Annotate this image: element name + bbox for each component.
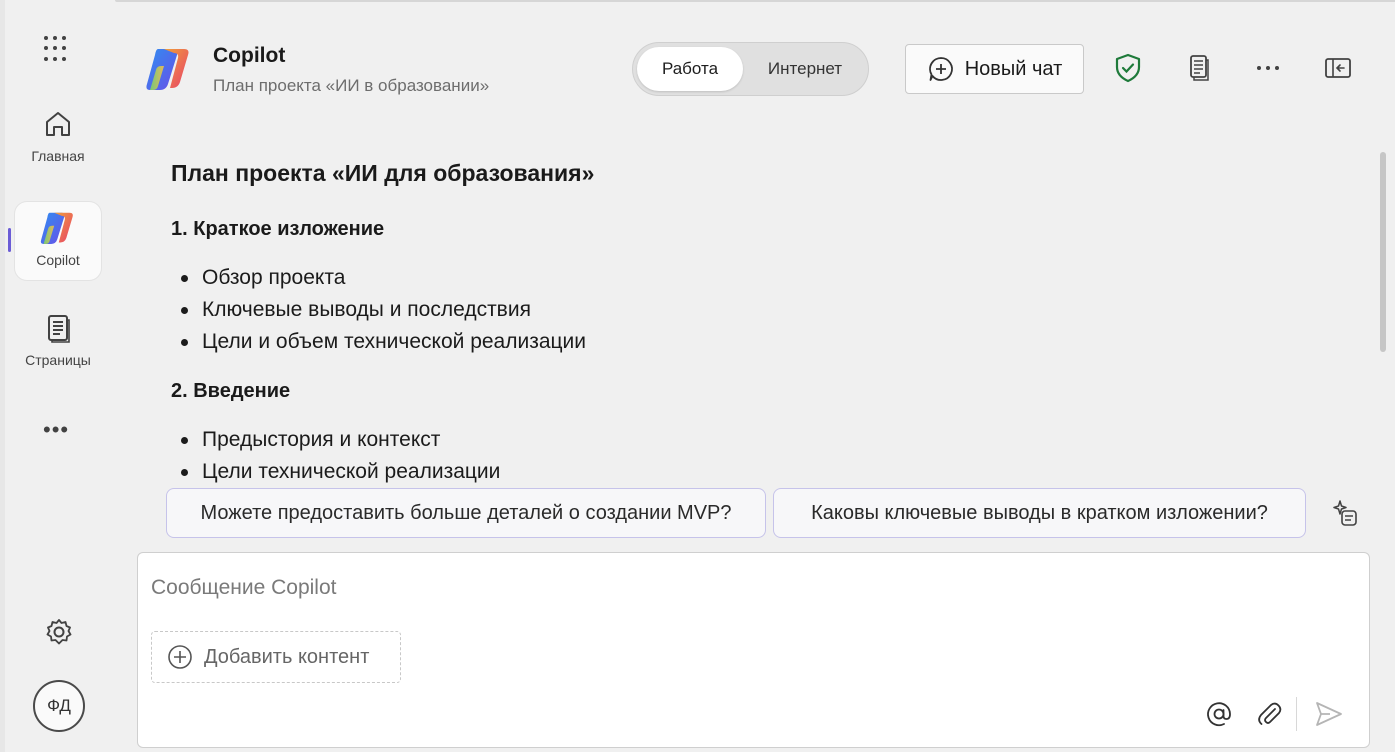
composer-divider: [1296, 697, 1297, 731]
toggle-work[interactable]: Работа: [637, 47, 743, 91]
work-web-toggle: Работа Интернет: [632, 42, 869, 96]
active-indicator: [8, 228, 11, 252]
home-icon: [15, 106, 101, 142]
sidebar-item-label: Страницы: [25, 352, 91, 368]
more-options-icon[interactable]: [1252, 52, 1284, 84]
new-chat-button[interactable]: Новый чат: [905, 44, 1084, 94]
pages-icon[interactable]: [1183, 52, 1215, 84]
pages-icon: [15, 310, 101, 346]
copilot-logo-icon: [144, 46, 194, 92]
list-item: Обзор проекта: [171, 262, 1331, 294]
section-heading: 2. Введение: [171, 380, 291, 402]
chat-response: План проекта «ИИ для образования» 1. Кра…: [171, 156, 1331, 488]
bullet-list: Обзор проекта Ключевые выводы и последст…: [171, 262, 1331, 358]
suggestion-chip[interactable]: Можете предоставить больше деталей о соз…: [166, 488, 766, 538]
sidebar: Главная Copilot Страницы ••• ФД: [5, 0, 110, 752]
attach-paperclip-icon[interactable]: [1252, 697, 1286, 731]
sidebar-item-label: Главная: [31, 148, 85, 164]
list-item: Предыстория и контекст: [171, 424, 1331, 456]
more-apps-button[interactable]: •••: [43, 419, 69, 441]
list-item: Цели технической реализации: [171, 456, 1331, 488]
sidebar-item-pages[interactable]: Страницы: [15, 302, 101, 380]
message-input[interactable]: [151, 573, 1251, 603]
sidebar-item-label: Copilot: [36, 252, 80, 268]
bullet-list: Предыстория и контекст Цели технической …: [171, 424, 1331, 488]
conversation-title: План проекта «ИИ в образовании»: [213, 76, 490, 95]
add-circle-icon: [168, 645, 192, 669]
copilot-logo-icon: [15, 210, 101, 246]
app-launcher-icon[interactable]: [44, 36, 70, 62]
message-composer: Добавить контент: [137, 552, 1370, 748]
toggle-web[interactable]: Интернет: [747, 47, 863, 91]
send-icon[interactable]: [1312, 697, 1346, 731]
sidebar-item-copilot[interactable]: Copilot: [15, 202, 101, 280]
collapse-panel-icon[interactable]: [1322, 52, 1354, 84]
header: Copilot План проекта «ИИ в образовании» …: [140, 40, 1365, 104]
document-title: План проекта «ИИ для образования»: [171, 160, 595, 186]
new-chat-label: Новый чат: [964, 57, 1063, 80]
sidebar-item-home[interactable]: Главная: [15, 98, 101, 176]
list-item: Ключевые выводы и последствия: [171, 294, 1331, 326]
copilot-app: Главная Copilot Страницы ••• ФД Copilot …: [0, 0, 1395, 752]
settings-gear-icon[interactable]: [41, 614, 77, 650]
user-avatar[interactable]: ФД: [33, 680, 85, 732]
shield-check-icon[interactable]: [1112, 52, 1144, 84]
add-content-label: Добавить контент: [204, 645, 370, 668]
section-heading: 1. Краткое изложение: [171, 218, 385, 240]
app-title: Copilot: [213, 44, 286, 67]
new-chat-icon: [928, 57, 953, 81]
prompt-guide-sparkle-icon[interactable]: [1328, 496, 1362, 530]
window-top-edge: [115, 0, 1395, 2]
suggestion-chip[interactable]: Каковы ключевые выводы в кратком изложен…: [773, 488, 1306, 538]
add-content-button[interactable]: Добавить контент: [151, 631, 401, 683]
list-item: Цели и объем технической реализации: [171, 326, 1331, 358]
scrollbar-thumb[interactable]: [1380, 152, 1386, 352]
mention-at-icon[interactable]: [1202, 697, 1236, 731]
